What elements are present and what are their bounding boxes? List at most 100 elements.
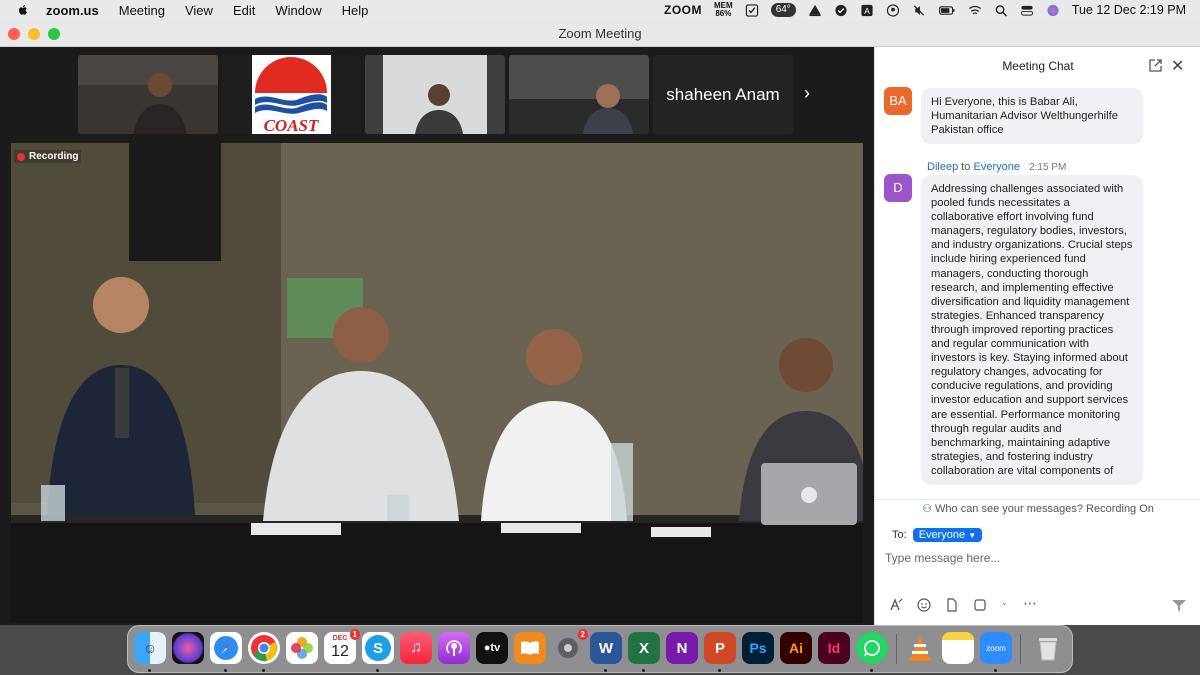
avatar-dileep[interactable]: D [884, 174, 912, 202]
recording-indicator[interactable]: Recording [14, 150, 82, 163]
running-indicator [718, 669, 721, 672]
temperature-badge[interactable]: 64° [770, 3, 796, 17]
safari-icon[interactable] [210, 632, 242, 664]
running-indicator [262, 669, 265, 672]
menu-edit[interactable]: Edit [233, 3, 255, 18]
chat-message-1: Hi Everyone, this is Babar Ali, Humanita… [921, 88, 1143, 145]
whatsapp-icon[interactable] [856, 632, 888, 664]
people-icon: ⚇ [922, 503, 932, 515]
system-preferences-icon[interactable]: 2 [552, 629, 588, 664]
menu-app-name[interactable]: zoom.us [46, 3, 99, 18]
running-indicator [994, 669, 997, 672]
chevron-down-icon: ▼ [968, 531, 977, 540]
memory-value: 86% [715, 9, 732, 18]
recipient-selector[interactable]: Everyone ▼ [912, 528, 983, 542]
menu-view[interactable]: View [185, 3, 213, 18]
running-indicator [604, 669, 607, 672]
close-window-button[interactable] [8, 28, 20, 40]
input-source-icon[interactable]: A [860, 4, 874, 17]
drive-icon[interactable] [808, 4, 822, 17]
popout-icon[interactable] [1149, 59, 1162, 72]
indesign-icon[interactable]: Id [818, 632, 850, 664]
minimize-window-button[interactable] [28, 28, 40, 40]
screenshot-icon[interactable] [973, 598, 987, 612]
calendar-icon[interactable]: DEC 12 1 [324, 629, 360, 664]
trash-icon[interactable] [1032, 632, 1064, 664]
checkbox-icon[interactable] [745, 3, 759, 17]
finder-icon[interactable]: ☺ [134, 632, 166, 664]
powerpoint-icon[interactable]: P [704, 632, 736, 664]
zoom-window-button[interactable] [48, 28, 60, 40]
illustrator-icon[interactable]: Ai [780, 632, 812, 664]
participant-1-video-frame [78, 55, 218, 134]
settings-badge: 2 [577, 629, 588, 640]
siri-icon[interactable] [1046, 4, 1060, 17]
apple-tv-icon[interactable]: ●tv [476, 632, 508, 664]
window-title: Zoom Meeting [558, 26, 642, 41]
chevron-right-icon[interactable]: › [804, 83, 810, 104]
more-options-icon[interactable]: ⋯ [1023, 596, 1037, 612]
podcasts-icon[interactable] [438, 632, 470, 664]
screenshot-chevron-icon[interactable]: ⌄ [1001, 598, 1009, 612]
onenote-icon[interactable]: N [666, 632, 698, 664]
recipient-selector-label: Everyone [918, 529, 966, 541]
books-icon[interactable] [514, 632, 546, 664]
notes-icon[interactable] [942, 632, 974, 664]
privacy-notice[interactable]: ⚇ Who can see your messages? Recording O… [875, 499, 1200, 517]
participant-video-3[interactable] [365, 55, 505, 134]
participant-video-2[interactable]: COAST [221, 55, 361, 134]
participant-name: shaheen Anam [666, 84, 780, 104]
check-circle-icon[interactable] [834, 4, 848, 17]
emoji-icon[interactable] [917, 598, 931, 612]
dock-divider [1020, 634, 1021, 664]
photos-icon[interactable] [286, 632, 318, 664]
menu-meeting[interactable]: Meeting [119, 3, 165, 18]
dock-background: ☺ DEC 12 1 S ♫ ●tv 2 W X N P Ps Ai Id zo… [0, 625, 1200, 675]
recipient-name[interactable]: Everyone [974, 161, 1020, 173]
participant-3-video-frame [365, 55, 505, 134]
format-text-icon[interactable] [889, 598, 903, 612]
participant-4-video-frame [509, 55, 649, 134]
send-icon[interactable] [1171, 599, 1187, 613]
close-icon[interactable]: ✕ [1171, 56, 1184, 76]
mute-icon[interactable] [912, 4, 926, 17]
window-title-bar: Zoom Meeting [0, 20, 1200, 47]
running-indicator [224, 669, 227, 672]
meeting-chat-panel: Meeting Chat ✕ BA Hi Everyone, this is B… [874, 47, 1200, 625]
photoshop-icon[interactable]: Ps [742, 632, 774, 664]
avatar-babar-ali[interactable]: BA [884, 87, 912, 115]
dock-divider [896, 634, 897, 664]
menu-window[interactable]: Window [275, 3, 321, 18]
svg-text:A: A [864, 6, 870, 16]
chrome-icon[interactable] [248, 632, 280, 664]
sender-name[interactable]: Dileep [927, 161, 958, 173]
chat-message-2-header: Dileep to Everyone 2:15 PM [927, 161, 1066, 173]
participant-video-4[interactable] [509, 55, 649, 134]
participant-video-1[interactable] [78, 55, 218, 134]
excel-icon[interactable]: X [628, 632, 660, 664]
calendar-badge: 1 [349, 629, 360, 640]
wifi-icon[interactable] [968, 4, 982, 17]
control-center-icon[interactable] [1020, 4, 1034, 17]
vlc-icon[interactable] [904, 632, 936, 664]
skype-icon[interactable]: S [362, 632, 394, 664]
siri-icon[interactable] [172, 632, 204, 664]
memory-indicator[interactable]: MEM 86% [714, 2, 733, 18]
menu-help[interactable]: Help [342, 3, 369, 18]
search-icon[interactable] [994, 4, 1008, 17]
zoom-app-icon[interactable]: zoom [980, 632, 1012, 664]
battery-icon[interactable] [938, 4, 956, 17]
user-account-icon[interactable] [886, 3, 900, 17]
calendar-day: 12 [331, 643, 349, 660]
status-area: ZOOM MEM 86% 64° A Tue 12 Dec 2:19 PM [664, 2, 1186, 18]
participant-name-tile[interactable]: shaheen Anam [653, 55, 793, 134]
date-time[interactable]: Tue 12 Dec 2:19 PM [1072, 3, 1186, 17]
apple-icon[interactable] [16, 3, 30, 17]
main-video[interactable]: Recording [11, 143, 863, 623]
music-icon[interactable]: ♫ [400, 632, 432, 664]
coast-logo-text: COAST [264, 116, 319, 134]
word-icon[interactable]: W [590, 632, 622, 664]
zoom-status-label[interactable]: ZOOM [664, 3, 702, 17]
file-icon[interactable] [945, 598, 959, 612]
message-input[interactable] [885, 548, 1175, 568]
